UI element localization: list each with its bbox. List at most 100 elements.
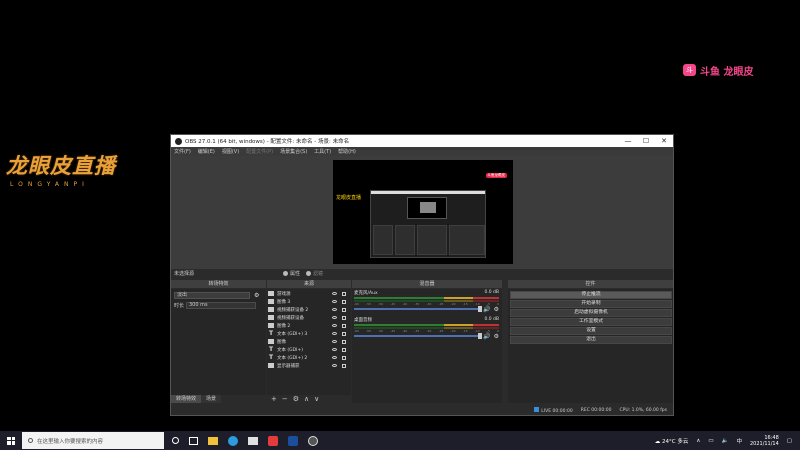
rec-status: REC 00:00:00 xyxy=(580,407,612,413)
taskbar-search[interactable]: 在这里输入你要搜索的内容 xyxy=(22,432,164,449)
source-item[interactable]: 图像 3 xyxy=(268,298,348,305)
remove-source-button[interactable]: − xyxy=(282,395,288,403)
search-icon xyxy=(28,438,33,443)
obs-window: OBS 27.0.1 (64 bit, windows) - 配置文件: 未命名… xyxy=(170,134,674,416)
menu-view[interactable]: 视图(V) xyxy=(222,148,239,155)
nested-preview xyxy=(407,197,447,219)
lock-icon[interactable] xyxy=(342,307,346,312)
close-button[interactable]: ✕ xyxy=(655,137,673,145)
chevron-up-icon[interactable]: ∧ xyxy=(696,438,700,444)
visibility-eye-icon[interactable] xyxy=(332,332,337,335)
transition-select[interactable]: 淡出 xyxy=(174,292,250,299)
tab-scenes[interactable]: 场景 xyxy=(201,395,222,403)
notification-icon[interactable]: ▢ xyxy=(787,438,792,444)
tab-transitions[interactable]: 转场特效 xyxy=(171,395,202,403)
studio-mode-button[interactable]: 工作室模式 xyxy=(510,318,672,326)
start-button[interactable] xyxy=(0,431,22,450)
transition-row: 淡出 ⚙ xyxy=(174,292,259,299)
source-item[interactable]: T 文本 (GDI+) xyxy=(268,346,348,353)
title-bar: OBS 27.0.1 (64 bit, windows) - 配置文件: 未命名… xyxy=(171,135,673,147)
visibility-eye-icon[interactable] xyxy=(332,356,337,359)
search-placeholder: 在这里输入你要搜索的内容 xyxy=(37,438,104,445)
settings-button[interactable]: 设置 xyxy=(510,327,672,335)
menu-file[interactable]: 文件(F) xyxy=(174,148,191,155)
lock-icon[interactable] xyxy=(342,299,346,304)
nested-panel xyxy=(395,225,415,255)
add-source-button[interactable]: + xyxy=(271,395,277,403)
start-virtual-camera-button[interactable]: 启动虚拟摄像机 xyxy=(510,309,672,317)
lock-icon[interactable] xyxy=(342,355,346,360)
move-down-button[interactable]: ∨ xyxy=(314,395,319,403)
cortana-icon[interactable] xyxy=(172,437,179,444)
speaker-icon[interactable]: 🔊 xyxy=(483,333,490,340)
preview-canvas[interactable]: 斗鱼龙眼皮 龙眼皮直播 xyxy=(333,160,513,264)
text-icon: T xyxy=(268,330,274,337)
visibility-eye-icon[interactable] xyxy=(332,292,337,295)
level-meter xyxy=(354,297,499,299)
visibility-eye-icon[interactable] xyxy=(332,308,337,311)
visibility-eye-icon[interactable] xyxy=(332,348,337,351)
volume-slider[interactable] xyxy=(354,333,483,339)
weather-widget[interactable]: ☁ 24°C 多云 xyxy=(655,437,689,445)
stop-streaming-button[interactable]: 停止推流 xyxy=(510,291,672,299)
source-item[interactable]: 视频捕获设备 xyxy=(268,314,348,321)
lock-icon[interactable] xyxy=(342,323,346,328)
speaker-icon[interactable]: 🔊 xyxy=(483,306,490,313)
exit-button[interactable]: 退出 xyxy=(510,336,672,344)
sources-toolbar: + − ⚙ ∧ ∨ xyxy=(268,395,319,403)
source-properties-gear-icon[interactable]: ⚙ xyxy=(293,395,299,403)
dock-header-mixer: 混音器 xyxy=(352,280,502,288)
file-explorer-icon[interactable] xyxy=(208,436,218,445)
source-item[interactable]: 视频捕获设备 2 xyxy=(268,306,348,313)
source-toolbar-bar: 未选择源 属性 滤镜 xyxy=(171,269,673,278)
menu-scene-collection[interactable]: 场景集合(S) xyxy=(280,148,307,155)
store-icon[interactable] xyxy=(248,436,258,445)
lock-icon[interactable] xyxy=(342,347,346,352)
transition-settings-gear-icon[interactable]: ⚙ xyxy=(254,292,259,299)
steam-icon[interactable] xyxy=(288,435,298,446)
gear-icon[interactable]: ⚙ xyxy=(494,333,499,340)
volume-slider[interactable] xyxy=(354,306,483,312)
source-item[interactable]: 游戏源 xyxy=(268,290,348,297)
source-item[interactable]: T 文本 (GDI+) 2 xyxy=(268,354,348,361)
visibility-eye-icon[interactable] xyxy=(332,316,337,319)
app-icon[interactable] xyxy=(268,435,278,446)
source-item[interactable]: 显示器捕获 xyxy=(268,362,348,369)
cpu-status: CPU: 1.0%, 60.00 fps xyxy=(619,407,668,413)
lock-icon[interactable] xyxy=(342,363,346,368)
menu-tools[interactable]: 工具(T) xyxy=(314,148,331,155)
visibility-eye-icon[interactable] xyxy=(332,324,337,327)
lock-icon[interactable] xyxy=(342,331,346,336)
properties-button[interactable]: 属性 xyxy=(283,270,300,277)
nested-panel xyxy=(417,225,447,255)
lock-icon[interactable] xyxy=(342,291,346,296)
filters-button[interactable]: 滤镜 xyxy=(306,270,323,277)
source-item[interactable]: 图像 2 xyxy=(268,322,348,329)
duration-input[interactable]: 300 ms xyxy=(186,302,256,309)
move-up-button[interactable]: ∧ xyxy=(304,395,309,403)
source-item[interactable]: T 文本 (GDI+) 3 xyxy=(268,330,348,337)
preview-badge: 斗鱼龙眼皮 xyxy=(485,173,507,178)
gear-icon[interactable]: ⚙ xyxy=(494,306,499,313)
level-meter xyxy=(354,324,499,326)
menu-profile[interactable]: 配置文件(P) xyxy=(246,148,273,155)
start-recording-button[interactable]: 开始录制 xyxy=(510,300,672,308)
menu-edit[interactable]: 编辑(E) xyxy=(198,148,215,155)
minimize-button[interactable]: — xyxy=(619,137,637,145)
visibility-eye-icon[interactable] xyxy=(332,364,337,367)
edge-icon[interactable] xyxy=(228,435,238,446)
lock-icon[interactable] xyxy=(342,339,346,344)
volume-icon[interactable]: 🔈 xyxy=(722,438,729,444)
task-view-icon[interactable] xyxy=(189,436,198,445)
maximize-button[interactable]: ☐ xyxy=(637,137,655,145)
lock-icon[interactable] xyxy=(342,315,346,320)
clock[interactable]: 16:48 2021/11/14 xyxy=(750,435,779,447)
ime-icon[interactable]: 中 xyxy=(736,437,742,445)
visibility-eye-icon[interactable] xyxy=(332,340,337,343)
network-icon[interactable]: ▭ xyxy=(708,438,713,444)
source-item[interactable]: 图像 xyxy=(268,338,348,345)
menu-help[interactable]: 帮助(H) xyxy=(338,148,356,155)
obs-taskbar-icon[interactable] xyxy=(308,435,318,446)
visibility-eye-icon[interactable] xyxy=(332,300,337,303)
image-icon xyxy=(268,339,274,344)
